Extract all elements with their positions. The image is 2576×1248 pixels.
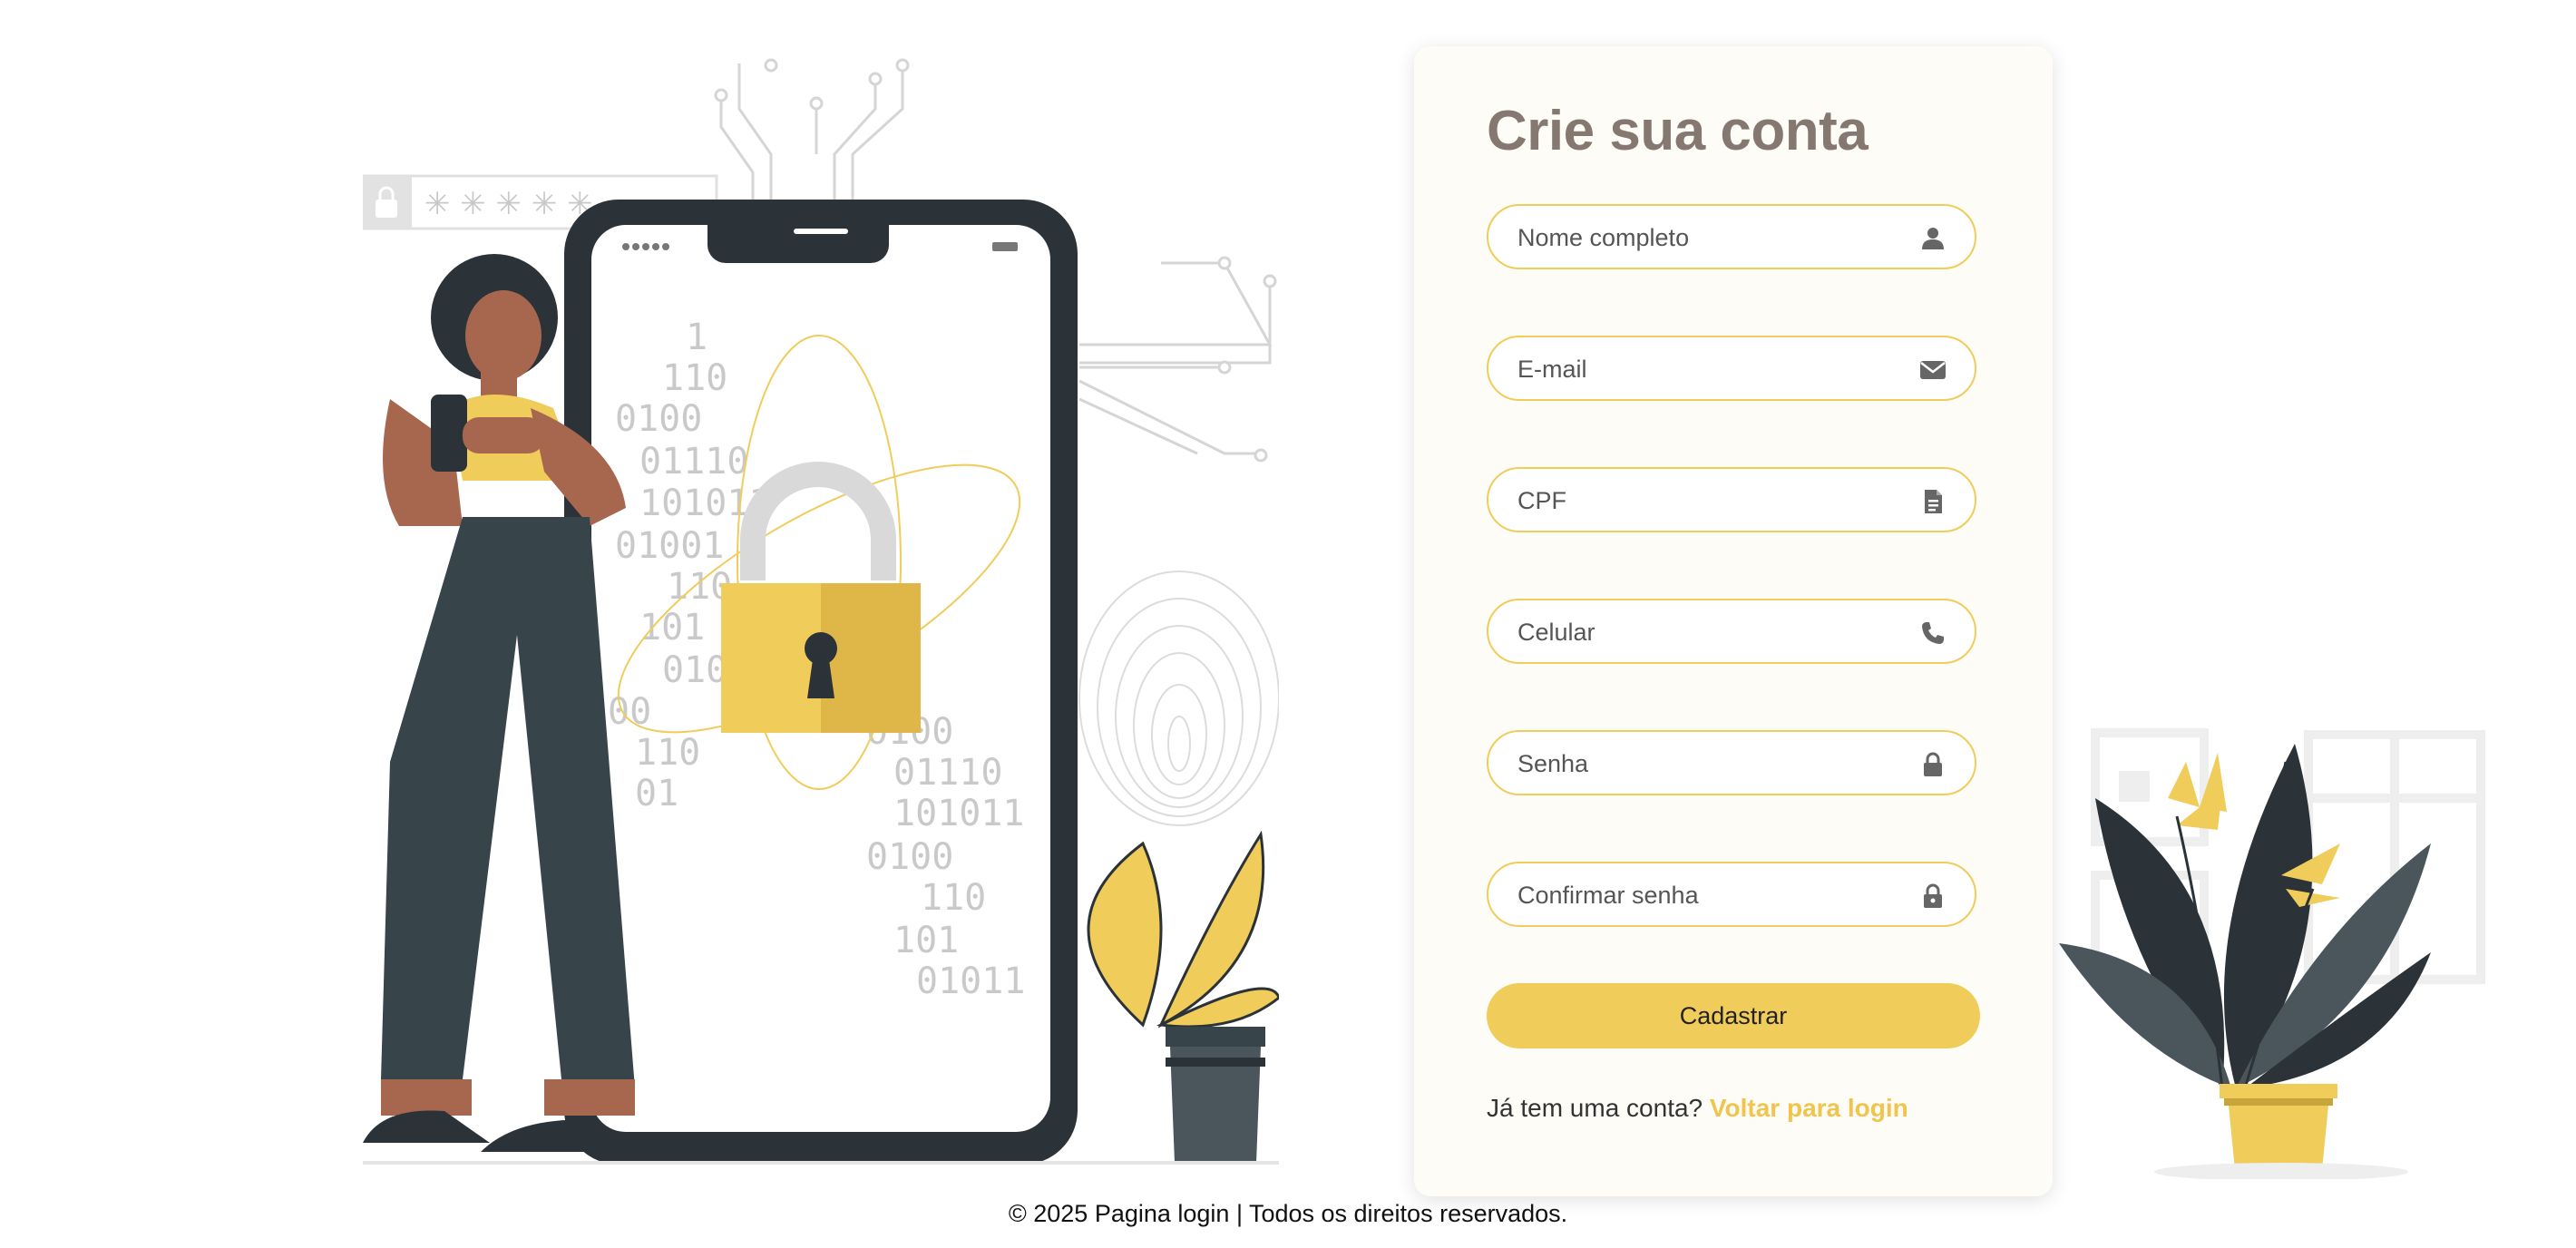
svg-text:101011: 101011: [893, 793, 1025, 834]
email-input[interactable]: [1516, 337, 1918, 401]
phone-icon: [1922, 622, 1944, 644]
svg-text:0100: 0100: [866, 836, 953, 878]
footer-copyright: © 2025 Pagina login | Todos os direitos …: [1008, 1200, 1568, 1227]
envelope-icon: [1920, 361, 1946, 379]
lock-icon: [1924, 752, 1942, 776]
confirm-password-field[interactable]: [1487, 862, 1976, 927]
cpf-field[interactable]: [1487, 467, 1976, 532]
full-name-field[interactable]: [1487, 204, 1976, 269]
svg-text:110: 110: [662, 357, 727, 399]
fingerprint-icon: [1078, 570, 1279, 826]
register-card: Crie sua conta Nome completo E-mail CPF …: [1414, 46, 2053, 1196]
svg-text:1: 1: [686, 317, 707, 358]
email-field[interactable]: [1487, 336, 1976, 401]
svg-text:01011: 01011: [916, 960, 1025, 1002]
confirm-password-input[interactable]: [1516, 863, 1918, 927]
svg-text:01110: 01110: [639, 441, 748, 483]
security-illustration: ✳ ✳ ✳ ✳ ✳ 1 110 0100 01110 101011 01001 …: [363, 58, 1279, 1165]
svg-text:01: 01: [635, 773, 678, 814]
svg-text:0100: 0100: [615, 398, 702, 440]
cpf-input[interactable]: [1516, 469, 1918, 532]
password-field[interactable]: [1487, 730, 1976, 795]
password-input[interactable]: [1516, 732, 1918, 795]
svg-text:101: 101: [639, 607, 705, 648]
register-button[interactable]: Cadastrar: [1487, 983, 1980, 1048]
svg-text:010: 010: [662, 649, 727, 691]
user-icon: [1922, 228, 1944, 249]
svg-text:110: 110: [921, 877, 986, 919]
signin-prompt-text: Já tem uma conta?: [1487, 1094, 1710, 1122]
page-title: Crie sua conta: [1487, 100, 1869, 162]
phone-field[interactable]: [1487, 599, 1976, 664]
svg-text:01001: 01001: [615, 525, 724, 567]
phone-input[interactable]: [1516, 600, 1918, 664]
document-icon: [1925, 490, 1942, 513]
svg-text:00: 00: [608, 691, 651, 733]
lock-icon: [1924, 883, 1942, 908]
svg-text:101: 101: [893, 920, 959, 961]
back-to-login-link[interactable]: Voltar para login: [1710, 1094, 1908, 1122]
svg-text:✳ ✳ ✳ ✳ ✳: ✳ ✳ ✳ ✳ ✳: [424, 186, 593, 222]
signin-prompt: Já tem uma conta? Voltar para login: [1487, 1094, 1908, 1123]
svg-text:110: 110: [635, 732, 700, 774]
svg-text:01110: 01110: [893, 752, 1002, 794]
full-name-input[interactable]: [1516, 206, 1918, 269]
plant-decoration: [2059, 728, 2485, 1179]
